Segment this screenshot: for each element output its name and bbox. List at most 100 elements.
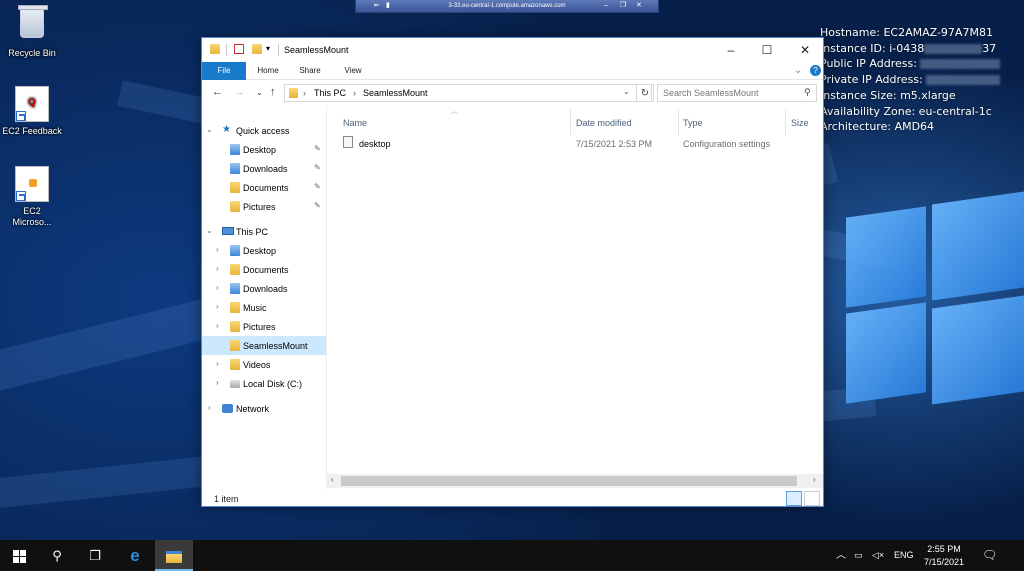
search-button[interactable]: ⚲ [38, 540, 76, 571]
pin-icon[interactable]: ✎ [314, 163, 321, 172]
nav-pc-desktop[interactable]: › Desktop [202, 241, 326, 260]
task-view-button[interactable]: ❐ [76, 540, 114, 571]
nav-quick-access[interactable]: ⌄ ★ Quick access [202, 121, 326, 140]
navigation-pane[interactable]: ⌄ ★ Quick access Desktop ✎ Downloads ✎ D… [202, 115, 326, 489]
desktop-icon-ec2-feedback[interactable]: Q EC2 Feedback [0, 86, 64, 137]
chevron-right-icon[interactable]: › [216, 245, 219, 254]
nav-quick-documents[interactable]: Documents ✎ [202, 178, 326, 197]
properties-icon[interactable] [234, 44, 244, 54]
restore-icon[interactable]: ❐ [620, 0, 626, 12]
search-box[interactable]: ⚲ [657, 84, 817, 102]
volume-muted-icon[interactable]: ◁× [872, 540, 884, 571]
column-header-size[interactable]: Size [791, 118, 809, 128]
desktop-folder-icon [230, 245, 240, 256]
nav-pc-seamlessmount[interactable]: SeamlessMount [202, 336, 326, 355]
tab-file[interactable]: File [202, 62, 246, 80]
scrollbar-thumb[interactable] [341, 476, 797, 486]
details-view-icon[interactable] [786, 491, 802, 506]
chevron-right-icon[interactable]: › [216, 283, 219, 292]
tab-share[interactable]: Share [292, 62, 328, 80]
pin-icon[interactable]: ✎ [314, 201, 321, 210]
column-header-type[interactable]: Type [683, 118, 703, 128]
nav-quick-downloads[interactable]: Downloads ✎ [202, 159, 326, 178]
instance-info-overlay: Hostname: EC2AMAZ-97A7M81 Instance ID: i… [820, 25, 1001, 135]
nav-pc-local-disk[interactable]: › Local Disk (C:) [202, 374, 326, 393]
scroll-right-icon[interactable]: › [813, 475, 816, 484]
clock[interactable]: 2:55 PM 7/15/2021 [912, 543, 976, 569]
back-button[interactable]: ← [212, 86, 223, 98]
start-button[interactable] [0, 540, 38, 571]
nav-pc-documents[interactable]: › Documents [202, 260, 326, 279]
scroll-left-icon[interactable]: ‹ [331, 475, 334, 484]
action-center-icon[interactable]: 🗨 [982, 540, 997, 571]
nav-network[interactable]: › Network [202, 399, 326, 418]
title-bar[interactable]: ▾ SeamlessMount – ☐ ✕ [202, 38, 823, 62]
file-list[interactable]: ︿ Name Date modified Type Size desktop 7… [327, 106, 823, 489]
chevron-right-icon[interactable]: › [208, 403, 211, 412]
tab-home[interactable]: Home [250, 62, 286, 80]
chevron-right-icon[interactable]: › [216, 321, 219, 330]
nav-pc-pictures[interactable]: › Pictures [202, 317, 326, 336]
chevron-down-icon[interactable]: ⌄ [206, 226, 213, 235]
chevron-right-icon[interactable]: › [216, 302, 219, 311]
star-icon: ★ [222, 124, 231, 135]
hostname-line: Hostname: EC2AMAZ-97A7M81 [820, 26, 993, 39]
instance-id-line: Instance ID: i-0438 37 [820, 41, 997, 55]
expand-ribbon-icon[interactable]: ⌄ [794, 65, 802, 76]
tab-view[interactable]: View [335, 62, 371, 80]
address-bar[interactable]: › This PC › SeamlessMount ⌄ [284, 84, 652, 102]
chevron-right-icon[interactable]: › [216, 264, 219, 273]
help-icon[interactable]: ? [810, 65, 821, 76]
recent-locations-icon[interactable]: ⌄ [256, 88, 263, 97]
nav-quick-desktop[interactable]: Desktop ✎ [202, 140, 326, 159]
forward-button[interactable]: → [234, 86, 245, 98]
pin-icon[interactable]: ✎ [314, 144, 321, 153]
maximize-button[interactable]: ☐ [749, 38, 785, 62]
chevron-right-icon[interactable]: › [216, 378, 219, 387]
file-explorer-window[interactable]: ▾ SeamlessMount – ☐ ✕ File Home Share Vi… [201, 37, 824, 507]
drive-icon [230, 380, 240, 388]
recycle-bin-icon [18, 5, 48, 38]
desktop-icon-recycle-bin[interactable]: Recycle Bin [0, 5, 64, 59]
search-input[interactable] [658, 85, 798, 101]
nav-pc-videos[interactable]: › Videos [202, 355, 326, 374]
downloads-folder-icon [230, 163, 240, 174]
breadcrumb-seamlessmount[interactable]: SeamlessMount [363, 88, 428, 98]
desktop-icon-label: EC2 Feedback [2, 126, 62, 136]
internet-explorer-icon: e [130, 546, 140, 565]
chevron-right-icon[interactable]: › [216, 359, 219, 368]
availability-zone-line: Availability Zone: eu-central-1c [820, 104, 992, 118]
notification-icon[interactable]: ▭ [854, 540, 863, 571]
close-button[interactable]: ✕ [787, 38, 823, 62]
folder-icon [230, 340, 240, 351]
desktop-icon-ec2-microsoft[interactable]: EC2 Microso... [0, 166, 64, 228]
input-language[interactable]: ENG [894, 540, 914, 571]
file-explorer-taskbar-button[interactable] [155, 540, 193, 571]
large-icons-view-icon[interactable] [804, 491, 820, 506]
pin-icon[interactable]: ✎ [314, 182, 321, 191]
address-dropdown-icon[interactable]: ⌄ [623, 87, 630, 96]
ec2-feedback-icon: Q [15, 86, 49, 122]
nav-pc-music[interactable]: › Music [202, 298, 326, 317]
horizontal-scrollbar[interactable]: ‹ › [327, 474, 823, 488]
internet-explorer-button[interactable]: e [116, 540, 154, 571]
column-header-name[interactable]: Name [343, 118, 367, 128]
column-header-date-modified[interactable]: Date modified [576, 118, 632, 128]
minimize-icon[interactable]: – [604, 0, 608, 12]
show-hidden-icons-icon[interactable]: ︿ [836, 540, 846, 571]
remote-connection-bar[interactable]: ⇤ ▮ 3-33.eu-central-1.compute.amazonaws.… [355, 0, 659, 13]
customize-qat-icon[interactable]: ▾ [266, 44, 270, 53]
up-button[interactable]: ↑ [270, 86, 276, 98]
minimize-button[interactable]: – [713, 38, 749, 62]
refresh-button[interactable]: ↻ [636, 84, 654, 102]
documents-folder-icon [230, 264, 240, 275]
computer-icon [222, 227, 234, 235]
nav-quick-pictures[interactable]: Pictures ✎ [202, 197, 326, 216]
nav-this-pc[interactable]: ⌄ This PC [202, 222, 326, 241]
new-folder-icon[interactable] [252, 44, 262, 54]
close-icon[interactable]: ✕ [636, 0, 642, 12]
file-row[interactable]: desktop 7/15/2021 2:53 PM Configuration … [327, 133, 823, 153]
nav-pc-downloads[interactable]: › Downloads [202, 279, 326, 298]
chevron-down-icon[interactable]: ⌄ [206, 125, 213, 134]
breadcrumb-this-pc[interactable]: This PC [314, 88, 346, 98]
